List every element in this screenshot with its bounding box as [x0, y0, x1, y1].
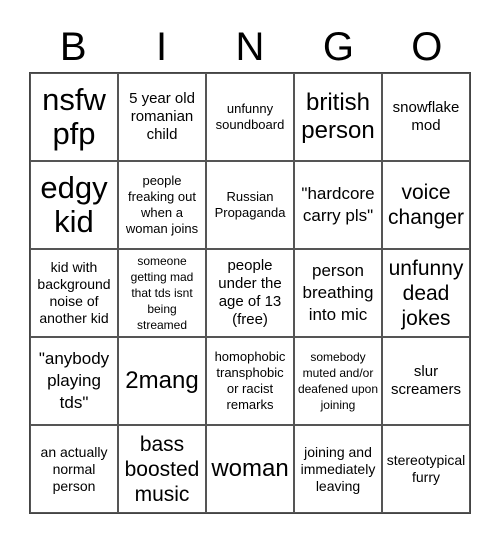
bingo-cell-text: Russian Propaganda	[214, 189, 286, 220]
bingo-cell[interactable]: people under the age of 13 (free)	[206, 249, 294, 337]
bingo-cell-text: voice changer	[388, 181, 464, 229]
bingo-cell-text: unfunny dead jokes	[388, 256, 464, 330]
bingo-cell-text: kid with background noise of another kid	[37, 259, 111, 326]
header-letter-n: N	[235, 25, 265, 69]
bingo-cell[interactable]: bass boosted music	[118, 425, 206, 513]
bingo-cell[interactable]: 5 year old romanian child	[118, 73, 206, 161]
bingo-cell-text: stereotypical furry	[386, 452, 466, 485]
bingo-cell[interactable]: snowflake mod	[382, 73, 470, 161]
bingo-cell[interactable]: homophobic transphobic or racist remarks	[206, 337, 294, 425]
bingo-cell-text: slur screamers	[390, 363, 461, 398]
bingo-cell[interactable]: somebody muted and/or deafened upon join…	[294, 337, 382, 425]
bingo-cell[interactable]: nsfw pfp	[30, 73, 118, 161]
bingo-cell[interactable]: voice changer	[382, 161, 470, 249]
header-letter-o: O	[411, 25, 443, 69]
bingo-cell[interactable]: edgy kid	[30, 161, 118, 249]
header-letter-b: B	[59, 25, 87, 69]
bingo-cell[interactable]: kid with background noise of another kid	[30, 249, 118, 337]
bingo-cell[interactable]: person breathing into mic	[294, 249, 382, 337]
bingo-cell-text: people under the age of 13 (free)	[218, 257, 282, 328]
bingo-cell[interactable]: 2mang	[118, 337, 206, 425]
bingo-cell-text: "anybody playing tds"	[38, 349, 110, 412]
bingo-cell-text: bass boosted music	[124, 432, 200, 506]
bingo-cell[interactable]: slur screamers	[382, 337, 470, 425]
bingo-cell-text: homophobic transphobic or racist remarks	[214, 349, 286, 412]
bingo-cell[interactable]: woman	[206, 425, 294, 513]
bingo-cell[interactable]: people freaking out when a woman joins	[118, 161, 206, 249]
bingo-cell-text: person breathing into mic	[302, 261, 374, 324]
bingo-header: B I N G O	[29, 22, 471, 72]
header-letter-i: I	[156, 25, 168, 69]
bingo-cell-text: someone getting mad that tds isnt being …	[130, 254, 194, 332]
bingo-cell[interactable]: an actually normal person	[30, 425, 118, 513]
bingo-cell-text: nsfw pfp	[42, 82, 106, 151]
bingo-cell[interactable]: stereotypical furry	[382, 425, 470, 513]
bingo-cell[interactable]: joining and immediately leaving	[294, 425, 382, 513]
bingo-cell[interactable]: "anybody playing tds"	[30, 337, 118, 425]
bingo-cell[interactable]: someone getting mad that tds isnt being …	[118, 249, 206, 337]
bingo-cell[interactable]: Russian Propaganda	[206, 161, 294, 249]
bingo-cell[interactable]: british person	[294, 73, 382, 161]
bingo-cell-text: edgy kid	[40, 170, 108, 239]
bingo-cell-text: 5 year old romanian child	[129, 90, 195, 143]
bingo-cell-text: an actually normal person	[40, 443, 108, 494]
bingo-cell-text: somebody muted and/or deafened upon join…	[297, 350, 379, 412]
header-letter-g: G	[322, 25, 354, 69]
bingo-cell-text: snowflake mod	[392, 99, 460, 134]
bingo-cell[interactable]: unfunny dead jokes	[382, 249, 470, 337]
bingo-grid: nsfw pfp 5 year old romanian child unfunny…	[29, 72, 471, 514]
bingo-cell[interactable]: unfunny soundboard	[206, 73, 294, 161]
bingo-cell[interactable]: "hardcore carry pls"	[294, 161, 382, 249]
bingo-cell-text: people freaking out when a woman joins	[125, 173, 199, 236]
bingo-cell-text: woman	[211, 455, 289, 482]
bingo-cell-text: joining and immediately leaving	[300, 443, 376, 494]
bingo-cell-text: unfunny soundboard	[215, 101, 285, 132]
bingo-cell-text: 2mang	[125, 367, 199, 394]
bingo-cell-text: british person	[301, 89, 375, 144]
bingo-cell-text: "hardcore carry pls"	[301, 184, 375, 225]
